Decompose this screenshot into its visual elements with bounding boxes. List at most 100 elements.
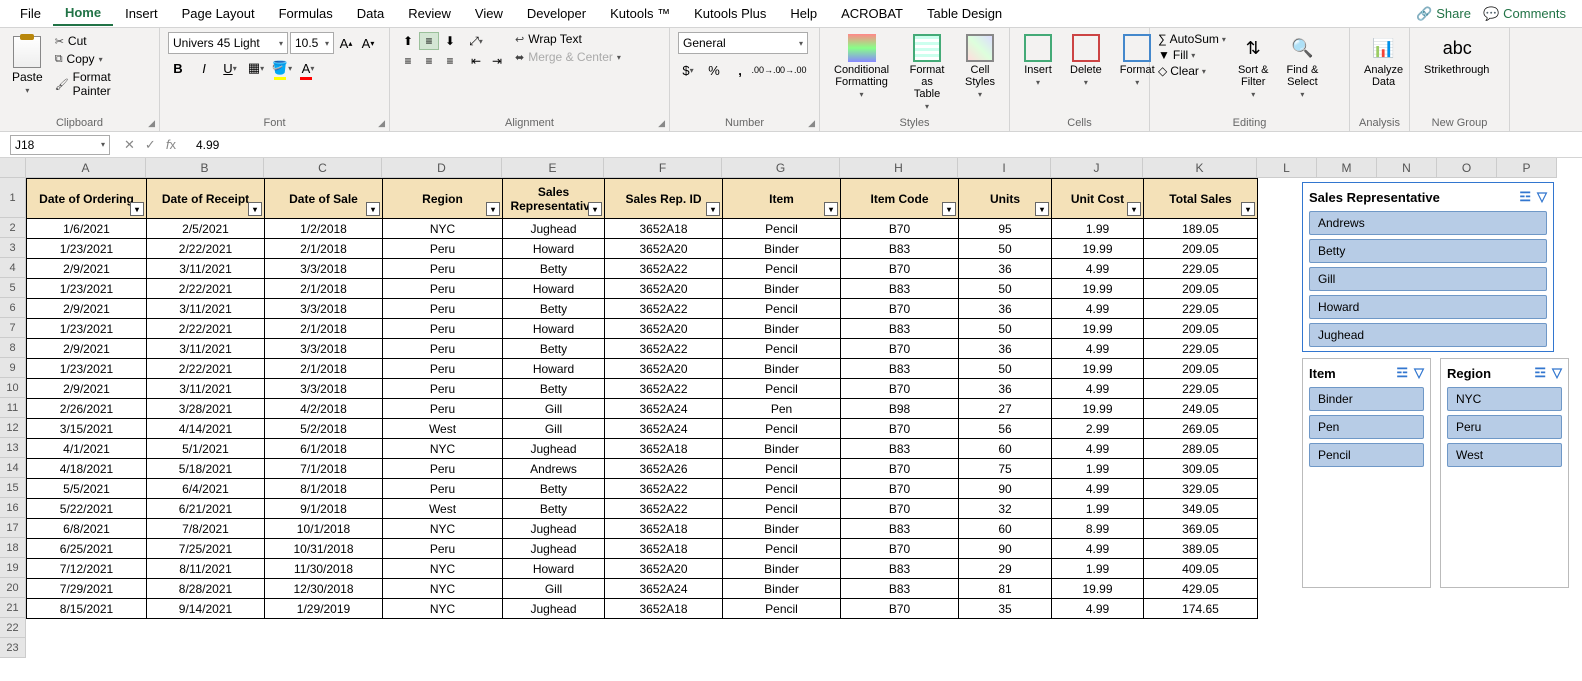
cell[interactable]: 3652A18 xyxy=(605,439,723,459)
row-header-18[interactable]: 18 xyxy=(0,538,26,558)
menu-file[interactable]: File xyxy=(8,2,53,25)
cell[interactable]: 2/22/2021 xyxy=(147,359,265,379)
cell[interactable]: NYC xyxy=(383,579,503,599)
paste-button[interactable]: Paste ▾ xyxy=(8,32,47,99)
cell[interactable]: 50 xyxy=(959,239,1052,259)
comma-button[interactable]: , xyxy=(730,60,750,80)
cell[interactable]: 2/1/2018 xyxy=(265,359,383,379)
cell[interactable]: 5/2/2018 xyxy=(265,419,383,439)
table-row[interactable]: 3/15/20214/14/20215/2/2018WestGill3652A2… xyxy=(27,419,1258,439)
cell[interactable]: 229.05 xyxy=(1144,379,1258,399)
cell[interactable]: 27 xyxy=(959,399,1052,419)
cancel-formula-icon[interactable]: ✕ xyxy=(124,137,135,153)
cell[interactable]: B83 xyxy=(841,319,959,339)
share-button[interactable]: 🔗 Share xyxy=(1416,6,1471,22)
cell[interactable]: 269.05 xyxy=(1144,419,1258,439)
table-header[interactable]: Unit Cost▾ xyxy=(1052,179,1144,219)
cell[interactable]: 2/26/2021 xyxy=(27,399,147,419)
row-header-16[interactable]: 16 xyxy=(0,498,26,518)
row-header-4[interactable]: 4 xyxy=(0,258,26,278)
cell[interactable]: 189.05 xyxy=(1144,219,1258,239)
cell[interactable]: 2/9/2021 xyxy=(27,259,147,279)
row-header-7[interactable]: 7 xyxy=(0,318,26,338)
cell[interactable]: 9/1/2018 xyxy=(265,499,383,519)
formula-input[interactable] xyxy=(190,135,1582,155)
row-header-20[interactable]: 20 xyxy=(0,578,26,598)
cell[interactable]: 1/23/2021 xyxy=(27,319,147,339)
table-row[interactable]: 4/18/20215/18/20217/1/2018PeruAndrews365… xyxy=(27,459,1258,479)
cell[interactable]: 1/23/2021 xyxy=(27,239,147,259)
cell[interactable]: Peru xyxy=(383,479,503,499)
menu-insert[interactable]: Insert xyxy=(113,2,170,25)
cell[interactable]: 3/11/2021 xyxy=(147,299,265,319)
font-size-select[interactable]: 10.5▾ xyxy=(290,32,334,54)
cell[interactable]: 6/1/2018 xyxy=(265,439,383,459)
cell[interactable]: 19.99 xyxy=(1052,239,1144,259)
format-painter-button[interactable]: 🖌Format Painter xyxy=(53,70,151,98)
cell[interactable]: Jughead xyxy=(503,439,605,459)
cell[interactable]: 4.99 xyxy=(1052,339,1144,359)
cell[interactable]: 3/28/2021 xyxy=(147,399,265,419)
column-header-G[interactable]: G xyxy=(722,158,840,178)
cell[interactable]: Pen xyxy=(723,399,841,419)
cell[interactable]: 6/4/2021 xyxy=(147,479,265,499)
filter-dropdown-icon[interactable]: ▾ xyxy=(1241,202,1255,216)
cell[interactable]: Peru xyxy=(383,539,503,559)
cell[interactable]: 35 xyxy=(959,599,1052,619)
cell[interactable]: 8/11/2021 xyxy=(147,559,265,579)
align-center-button[interactable]: ≡ xyxy=(419,52,439,70)
cell[interactable]: 95 xyxy=(959,219,1052,239)
conditional-formatting-button[interactable]: Conditional Formatting▾ xyxy=(828,32,895,101)
column-header-F[interactable]: F xyxy=(604,158,722,178)
cell[interactable]: B83 xyxy=(841,359,959,379)
column-header-N[interactable]: N xyxy=(1377,158,1437,178)
filter-dropdown-icon[interactable]: ▾ xyxy=(1127,202,1141,216)
cell[interactable]: 3652A26 xyxy=(605,459,723,479)
cell[interactable]: B70 xyxy=(841,259,959,279)
cell[interactable]: B70 xyxy=(841,299,959,319)
align-right-button[interactable]: ≡ xyxy=(440,52,460,70)
table-row[interactable]: 1/23/20212/22/20212/1/2018PeruHoward3652… xyxy=(27,239,1258,259)
fill-color-button[interactable]: 🪣▾ xyxy=(272,58,292,78)
cell[interactable]: Pencil xyxy=(723,259,841,279)
cell[interactable]: Betty xyxy=(503,259,605,279)
multi-select-icon[interactable]: ☲ xyxy=(1519,189,1531,205)
cell[interactable]: 4.99 xyxy=(1052,539,1144,559)
column-header-C[interactable]: C xyxy=(264,158,382,178)
cell[interactable]: 3/3/2018 xyxy=(265,339,383,359)
cell[interactable]: 7/1/2018 xyxy=(265,459,383,479)
row-header-8[interactable]: 8 xyxy=(0,338,26,358)
cell[interactable]: 4.99 xyxy=(1052,439,1144,459)
cell[interactable]: 3652A22 xyxy=(605,259,723,279)
cell[interactable]: B83 xyxy=(841,559,959,579)
cell[interactable]: B70 xyxy=(841,499,959,519)
slicer-option[interactable]: Betty xyxy=(1309,239,1547,263)
cell[interactable]: B70 xyxy=(841,599,959,619)
cell[interactable]: 29 xyxy=(959,559,1052,579)
cell[interactable]: 2/5/2021 xyxy=(147,219,265,239)
cell[interactable]: Pencil xyxy=(723,379,841,399)
cell[interactable]: Howard xyxy=(503,239,605,259)
cell[interactable]: 209.05 xyxy=(1144,279,1258,299)
table-header[interactable]: Date of Sale▾ xyxy=(265,179,383,219)
column-header-E[interactable]: E xyxy=(502,158,604,178)
font-name-select[interactable]: Univers 45 Light▾ xyxy=(168,32,288,54)
cell[interactable]: 8/1/2018 xyxy=(265,479,383,499)
slicer-option[interactable]: Gill xyxy=(1309,267,1547,291)
filter-dropdown-icon[interactable]: ▾ xyxy=(588,202,602,216)
cell[interactable]: 3652A18 xyxy=(605,219,723,239)
column-header-D[interactable]: D xyxy=(382,158,502,178)
column-header-P[interactable]: P xyxy=(1497,158,1557,178)
cell[interactable]: Gill xyxy=(503,419,605,439)
underline-button[interactable]: U▾ xyxy=(220,58,240,78)
cell[interactable]: 5/22/2021 xyxy=(27,499,147,519)
filter-dropdown-icon[interactable]: ▾ xyxy=(1035,202,1049,216)
cell[interactable]: Betty xyxy=(503,339,605,359)
cell[interactable]: 10/31/2018 xyxy=(265,539,383,559)
increase-decimal-button[interactable]: .00→.0 xyxy=(756,60,776,80)
table-header[interactable]: Sales Representative▾ xyxy=(503,179,605,219)
table-header[interactable]: Item▾ xyxy=(723,179,841,219)
menu-table-design[interactable]: Table Design xyxy=(915,2,1014,25)
cell[interactable]: 209.05 xyxy=(1144,359,1258,379)
cell[interactable]: 19.99 xyxy=(1052,399,1144,419)
